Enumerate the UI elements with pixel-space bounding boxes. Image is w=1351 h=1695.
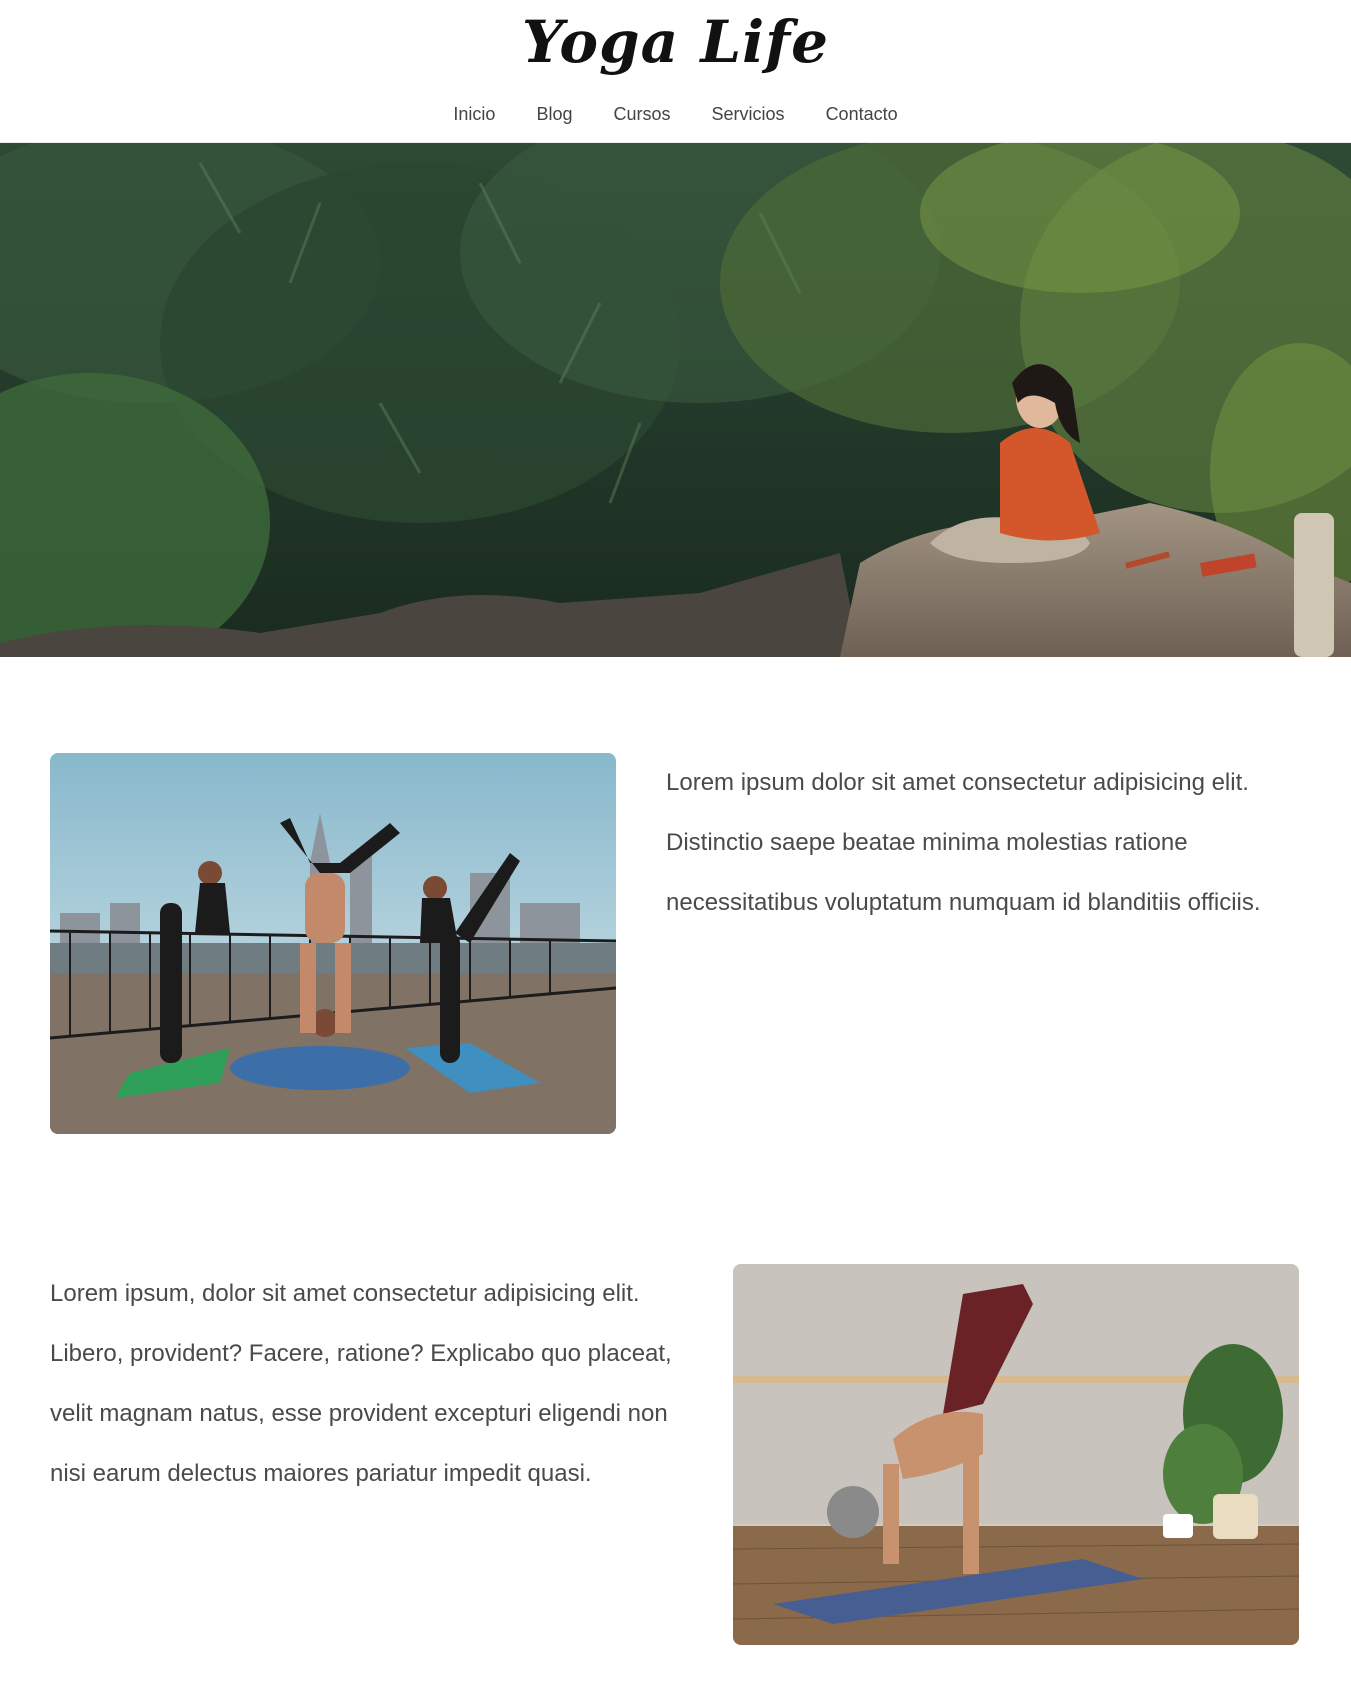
hero-illustration [0, 143, 1351, 657]
main-nav: Inicio Blog Cursos Servicios Contacto [0, 104, 1351, 125]
nav-cursos[interactable]: Cursos [613, 104, 670, 125]
section-1-text: Lorem ipsum dolor sit amet consectetur a… [666, 769, 1261, 916]
nav-inicio[interactable]: Inicio [453, 104, 495, 125]
nav-servicios[interactable]: Servicios [712, 104, 785, 125]
site-logo[interactable]: Yoga Life [0, 8, 1351, 76]
nav-contacto[interactable]: Contacto [826, 104, 898, 125]
yoga-group-illustration [50, 753, 616, 1134]
site-header: Yoga Life Inicio Blog Cursos Servicios C… [0, 0, 1351, 143]
nav-blog[interactable]: Blog [536, 104, 572, 125]
section-2-text: Lorem ipsum, dolor sit amet consectetur … [50, 1280, 672, 1487]
arm-balance-photo [733, 1264, 1299, 1645]
arm-balance-illustration [733, 1264, 1299, 1645]
yoga-group-photo [50, 753, 616, 1134]
hero-image [0, 143, 1351, 657]
